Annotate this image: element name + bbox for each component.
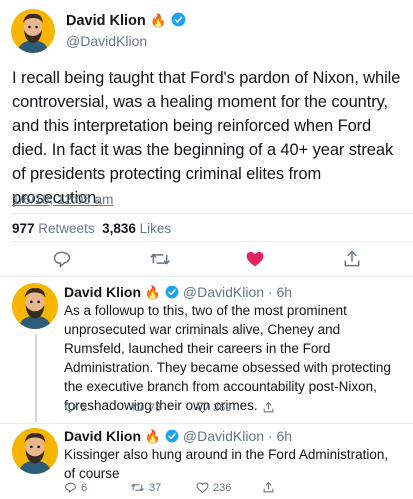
retweet-icon[interactable] — [149, 249, 171, 274]
share-action[interactable] — [262, 481, 275, 494]
likes-stat[interactable]: 3,836 Likes — [102, 221, 171, 236]
author-handle-time[interactable]: @DavidKlion · 6h — [183, 428, 292, 444]
verified-icon — [171, 12, 186, 32]
like-action[interactable]: 369 — [196, 401, 231, 414]
reply-header: David Klion 🔥 @DavidKlion · 6h — [64, 427, 292, 447]
likes-count: 3,836 — [102, 221, 136, 236]
likes-label: Likes — [139, 221, 172, 236]
share-action[interactable] — [262, 401, 275, 414]
author-name[interactable]: David Klion — [64, 428, 141, 444]
fire-emoji: 🔥 — [144, 429, 162, 444]
reply-text: As a followup to this, two of the most p… — [64, 303, 391, 413]
main-tweet-actions — [0, 249, 413, 269]
reply-action[interactable]: 2 — [64, 401, 87, 414]
tweet-text: I recall being taught that Ford's pardon… — [12, 69, 401, 207]
like-icon — [196, 482, 209, 494]
fire-emoji: 🔥 — [150, 13, 167, 28]
retweet-action[interactable]: 37 — [130, 481, 161, 494]
divider — [0, 276, 413, 277]
retweets-stat[interactable]: 977 Retweets — [12, 221, 95, 236]
retweets-count: 977 — [12, 221, 35, 236]
main-tweet-header: David Klion 🔥 @DavidKlion — [66, 11, 186, 51]
reply-header: David Klion 🔥 @DavidKlion · 6h — [64, 283, 292, 303]
like-icon — [196, 402, 209, 414]
author-name[interactable]: David Klion — [64, 284, 141, 300]
avatar-illustration — [12, 283, 58, 329]
retweets-label: Retweets — [38, 221, 95, 236]
like-count: 369 — [213, 401, 232, 414]
retweet-count: 37 — [149, 481, 162, 494]
reply-icon[interactable] — [52, 249, 72, 274]
retweet-count: 78 — [149, 401, 162, 414]
retweet-icon — [131, 483, 144, 492]
share-icon — [263, 481, 274, 493]
reply-icon — [65, 402, 76, 413]
like-count: 236 — [213, 481, 232, 494]
avatar-illustration — [11, 9, 55, 53]
author-handle[interactable]: @DavidKlion — [66, 32, 186, 51]
avatar[interactable] — [11, 9, 55, 53]
tweet-timestamp[interactable]: 1/6/18, 12:05 am — [12, 192, 113, 207]
retweet-icon — [131, 403, 144, 412]
reply-action[interactable]: 6 — [64, 481, 87, 494]
author-name[interactable]: David Klion — [66, 13, 146, 29]
divider — [12, 241, 413, 242]
avatar-illustration — [12, 428, 58, 474]
retweet-action[interactable]: 78 — [130, 401, 161, 414]
reply-icon — [65, 482, 76, 493]
divider — [0, 423, 413, 424]
reply-count: 2 — [81, 401, 88, 414]
like-action[interactable]: 236 — [196, 481, 231, 494]
reply-text: Kissinger also hung around in the Ford A… — [64, 447, 389, 481]
thread-connector — [35, 334, 37, 422]
fire-emoji: 🔥 — [144, 285, 162, 300]
reply-count: 6 — [81, 481, 88, 494]
divider — [12, 213, 413, 214]
share-icon — [263, 401, 274, 413]
like-icon-liked[interactable] — [245, 249, 265, 274]
reply-avatar[interactable] — [12, 428, 58, 474]
reply-avatar[interactable] — [12, 283, 58, 329]
author-handle-time[interactable]: @DavidKlion · 6h — [183, 284, 292, 300]
tweet-stats: 977 Retweets 3,836 Likes — [12, 221, 171, 236]
share-icon[interactable] — [342, 249, 362, 274]
